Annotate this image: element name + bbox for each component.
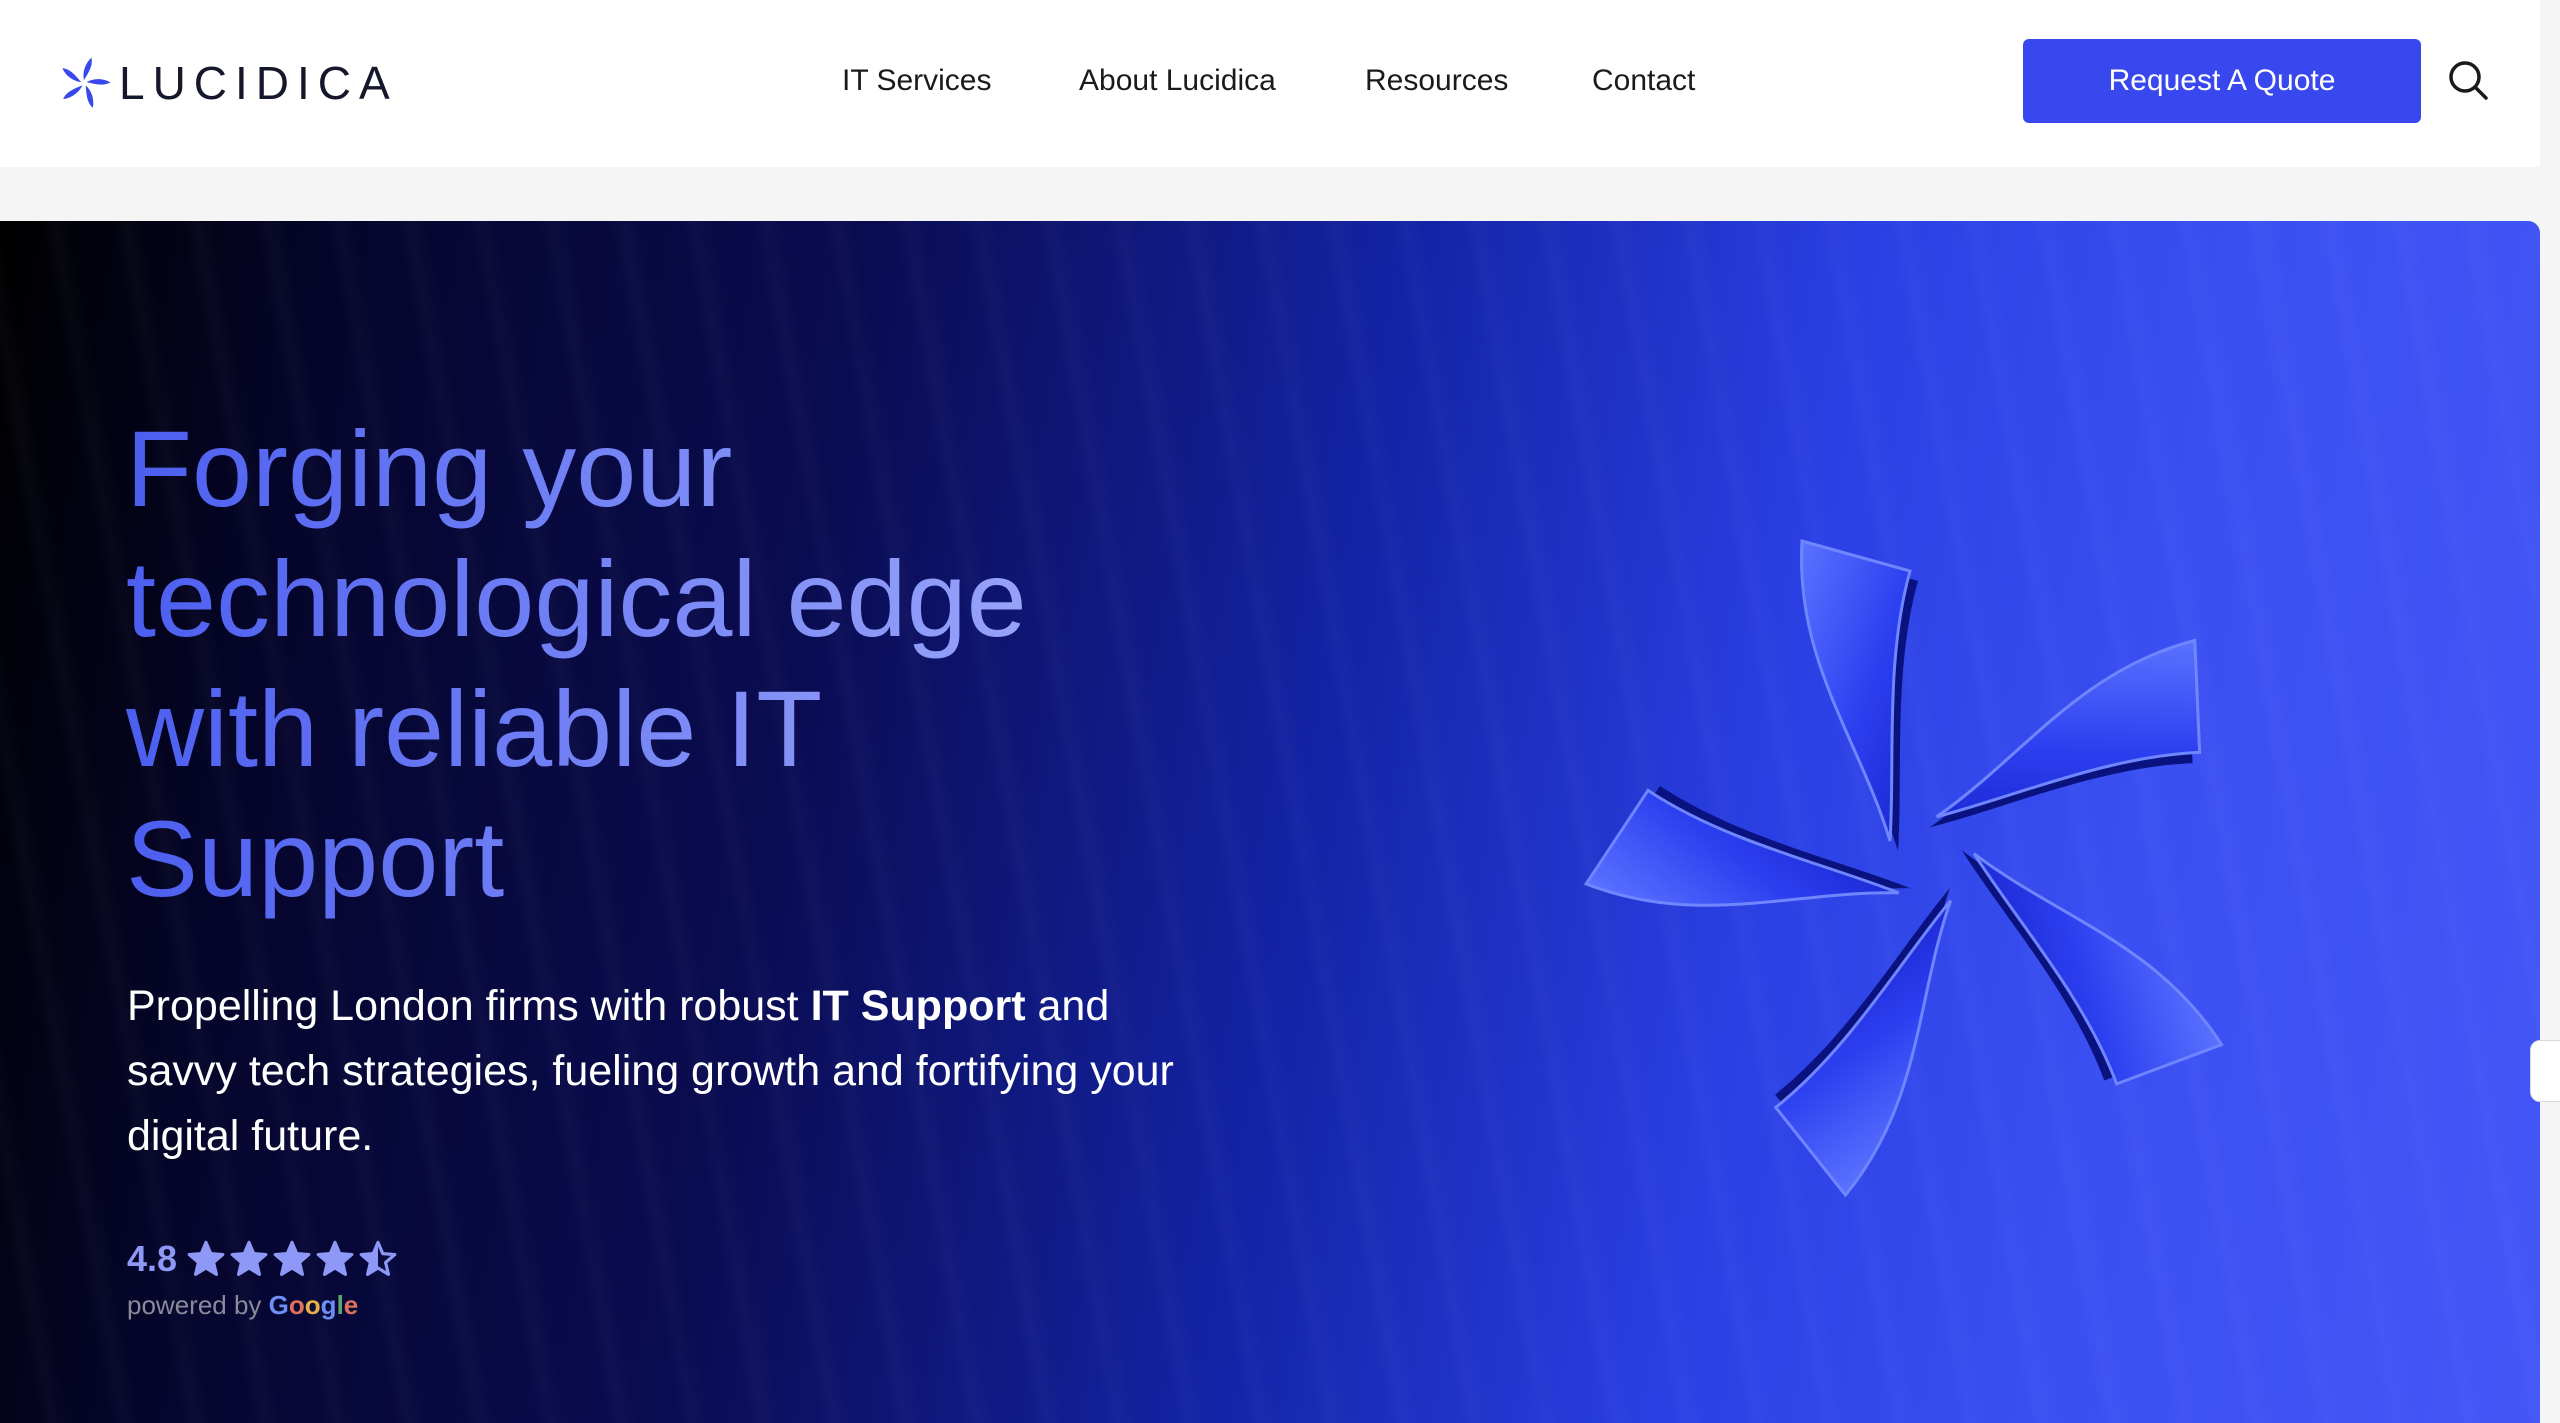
google-rating[interactable]: 4.8 <box>127 1238 402 1280</box>
hero-subtext: Propelling London firms with robust IT S… <box>127 974 1187 1169</box>
powered-by-label: powered by <box>127 1290 262 1320</box>
brand-name: LUCIDICA <box>119 57 398 109</box>
powered-by-google: powered by Google <box>127 1290 358 1321</box>
request-quote-button[interactable]: Request A Quote <box>2023 39 2421 123</box>
page: LUCIDICA IT Services About Lucidica Reso… <box>0 0 2560 1423</box>
brand-logo[interactable]: LUCIDICA <box>55 55 398 111</box>
google-wordmark: Google <box>268 1290 359 1320</box>
star-half-icon <box>359 1240 397 1276</box>
pinwheel-blade <box>1583 785 1911 907</box>
hero-section: Forging your technological edge with rel… <box>0 221 2540 1423</box>
pinwheel-logo-icon <box>62 57 111 108</box>
pinwheel-blade <box>1799 539 1918 851</box>
pinwheel-blade <box>1929 638 2202 828</box>
rating-value: 4.8 <box>127 1238 178 1279</box>
side-widget-tab[interactable] <box>2530 1040 2560 1102</box>
pinwheel-blade <box>1773 887 1953 1198</box>
blue-glass-pinwheel-illustration <box>1583 539 2224 1198</box>
hero-subtext-start: Propelling London firms with robust <box>127 982 811 1030</box>
star-full-icon <box>273 1240 311 1276</box>
nav-contact[interactable]: Contact <box>1592 58 1695 104</box>
star-full-icon <box>230 1240 268 1276</box>
rating-stars <box>187 1240 402 1278</box>
star-full-icon <box>316 1240 354 1276</box>
nav-about-lucidica[interactable]: About Lucidica <box>1079 58 1276 104</box>
star-full-icon <box>187 1240 225 1276</box>
search-button[interactable] <box>2446 58 2490 102</box>
pinwheel-blade <box>1961 850 2224 1086</box>
site-header: LUCIDICA IT Services About Lucidica Reso… <box>0 0 2540 167</box>
nav-it-services[interactable]: IT Services <box>842 58 992 104</box>
search-icon <box>2449 61 2488 100</box>
hero-headline: Forging your technological edge with rel… <box>126 404 1226 924</box>
hero-subtext-bold: IT Support <box>810 982 1026 1030</box>
nav-resources[interactable]: Resources <box>1365 58 1508 104</box>
